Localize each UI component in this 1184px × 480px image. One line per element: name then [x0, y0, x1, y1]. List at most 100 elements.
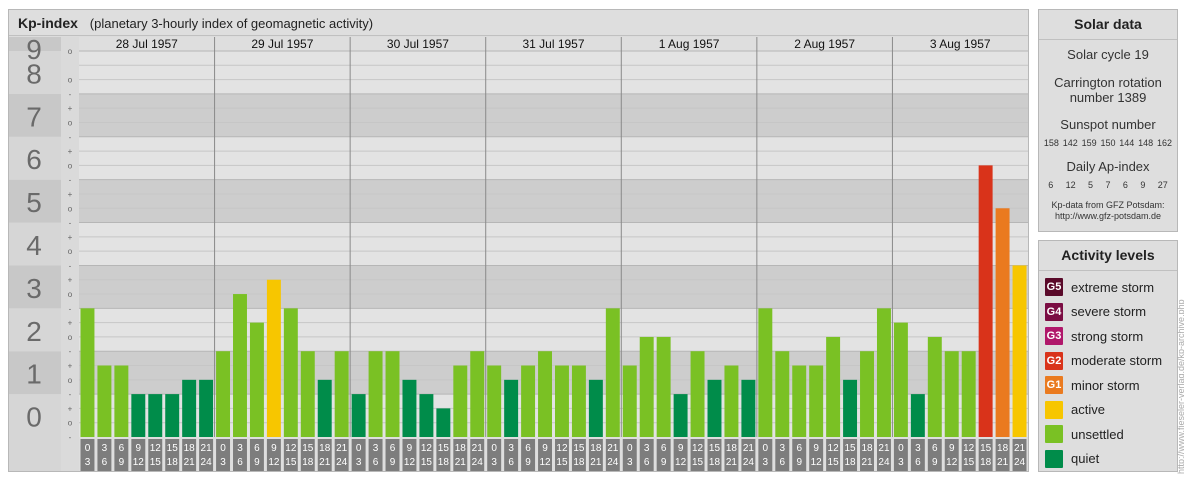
- interval-end-label: 3: [85, 457, 91, 468]
- interval-end-label: 18: [709, 457, 721, 468]
- interval-start-label: 0: [356, 443, 362, 454]
- interval-end-label: 6: [102, 457, 108, 468]
- kp-bar: [453, 365, 468, 437]
- interval-end-label: 24: [336, 457, 348, 468]
- interval-end-label: 21: [726, 457, 738, 468]
- kp-chart: 0123456789-o+-o+-o+-o+-o+-o+-o+-o+-oo28 …: [9, 37, 1028, 471]
- interval-start-label: 21: [743, 443, 755, 454]
- kp-bar: [656, 336, 671, 437]
- kp-bar: [690, 351, 705, 437]
- plot-band: [79, 93, 1028, 137]
- sunspot-value: 158: [1043, 138, 1059, 148]
- interval-start-label: 18: [861, 443, 873, 454]
- interval-end-label: 21: [184, 457, 196, 468]
- legend-label: minor storm: [1071, 377, 1140, 393]
- activity-levels-panel: Activity levels G5 extreme storm G4 severe …: [1038, 240, 1178, 472]
- interval-start-label: 3: [779, 443, 785, 454]
- interval-start-label: 9: [678, 443, 684, 454]
- y-subtick-label: -: [69, 133, 72, 142]
- interval-end-label: 15: [556, 457, 568, 468]
- interval-end-label: 21: [455, 457, 467, 468]
- interval-start-label: 15: [573, 443, 585, 454]
- sunspot-values: 158 142 159 150 144 148 162: [1039, 138, 1177, 148]
- kp-bar: [521, 365, 536, 437]
- legend-label: unsettled: [1071, 426, 1124, 442]
- kp-bar: [419, 394, 434, 437]
- interval-start-label: 9: [407, 443, 413, 454]
- interval-end-label: 18: [845, 457, 857, 468]
- interval-start-label: 12: [692, 443, 704, 454]
- kp-bar: [385, 351, 400, 437]
- solar-data-title: Solar data: [1039, 10, 1177, 40]
- interval-end-label: 15: [692, 457, 704, 468]
- kp-bar: [216, 351, 231, 437]
- kp-bar: [775, 351, 790, 437]
- interval-end-label: 21: [997, 457, 1009, 468]
- kp-bar: [504, 379, 519, 437]
- interval-start-label: 18: [997, 443, 1009, 454]
- activity-legend: G5 extreme storm G4 severe storm G3 strong st…: [1039, 271, 1177, 471]
- ap-value: 7: [1105, 180, 1111, 190]
- interval-start-label: 21: [336, 443, 348, 454]
- kp-bar: [944, 351, 959, 437]
- interval-end-label: 15: [150, 457, 162, 468]
- interval-start-label: 21: [878, 443, 890, 454]
- interval-end-label: 9: [119, 457, 125, 468]
- interval-start-label: 6: [254, 443, 260, 454]
- legend-label: quiet: [1071, 451, 1100, 467]
- y-subtick-label: +: [68, 404, 73, 413]
- kp-bar: [555, 365, 569, 437]
- interval-start-label: 3: [373, 443, 379, 454]
- ap-value: 6: [1122, 180, 1128, 190]
- watermark-url: http://www.fieseler-verlag.de/kp-archive…: [1176, 299, 1184, 474]
- interval-end-label: 6: [644, 457, 650, 468]
- kp-bar: [368, 351, 383, 437]
- kp-bar: [436, 408, 451, 437]
- ap-value: 5: [1088, 180, 1094, 190]
- kp-bar: [317, 379, 332, 437]
- ap-values: 6 12 5 7 6 9 27: [1039, 180, 1177, 190]
- interval-start-label: 21: [1014, 443, 1026, 454]
- kp-bar: [826, 336, 841, 437]
- interval-end-label: 3: [898, 457, 904, 468]
- kp-bar: [538, 351, 552, 437]
- kp-bar: [131, 394, 146, 437]
- day-label: 31 Jul 1957: [522, 37, 584, 51]
- kp-bar: [910, 394, 925, 437]
- plot-band: [79, 265, 1028, 309]
- interval-end-label: 12: [133, 457, 145, 468]
- interval-start-label: 12: [150, 443, 162, 454]
- legend-swatch: G3: [1045, 327, 1063, 346]
- interval-end-label: 12: [404, 457, 416, 468]
- interval-end-label: 12: [539, 457, 551, 468]
- interval-end-label: 6: [508, 457, 514, 468]
- kp-bar: [402, 379, 417, 437]
- ap-value: 6: [1048, 180, 1054, 190]
- interval-end-label: 18: [573, 457, 585, 468]
- source-line2: http://www.gfz-potsdam.de: [1054, 211, 1162, 221]
- solar-data-panel: Solar data Solar cycle 19 Carrington rot…: [1038, 9, 1178, 232]
- kp-bar: [758, 308, 773, 437]
- interval-start-label: 18: [184, 443, 196, 454]
- y-subtick-label: o: [68, 47, 73, 56]
- y-tick-label: 0: [26, 402, 42, 433]
- interval-start-label: 12: [556, 443, 568, 454]
- legend-swatch: G5: [1045, 278, 1063, 297]
- interval-start-label: 12: [421, 443, 433, 454]
- kp-bar: [893, 322, 908, 437]
- day-label: 3 Aug 1957: [930, 37, 991, 51]
- interval-start-label: 6: [796, 443, 802, 454]
- y-subtick-label: -: [69, 433, 72, 442]
- kp-bar: [182, 379, 197, 437]
- y-subtick-label: -: [69, 304, 72, 313]
- interval-start-label: 9: [542, 443, 548, 454]
- interval-end-label: 9: [390, 457, 396, 468]
- day-label: 2 Aug 1957: [794, 37, 855, 51]
- kp-bar: [622, 365, 637, 437]
- kp-bar: [470, 351, 485, 437]
- kp-bar: [588, 379, 603, 437]
- solar-cycle: Solar cycle 19: [1067, 47, 1149, 62]
- y-subtick-label: o: [68, 76, 73, 85]
- carrington-line2: number 1389: [1069, 90, 1147, 105]
- interval-start-label: 0: [763, 443, 769, 454]
